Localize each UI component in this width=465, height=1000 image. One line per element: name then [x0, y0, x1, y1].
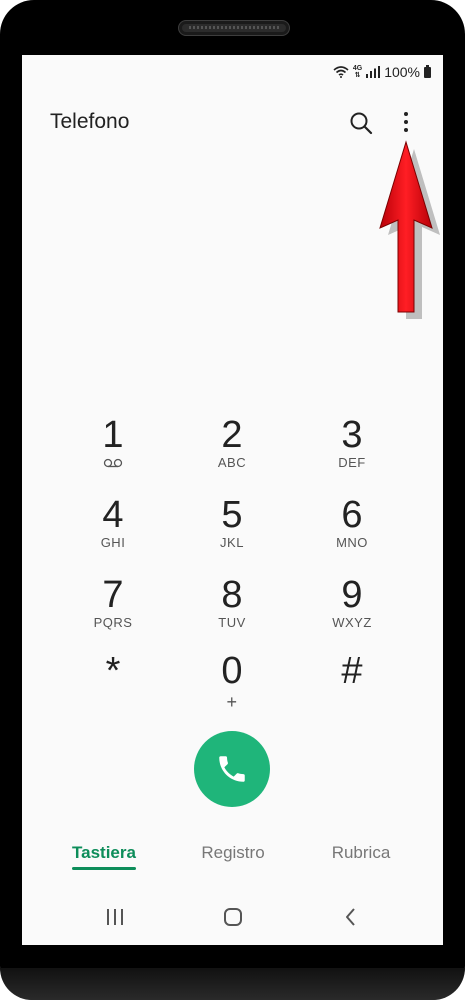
key-letters: PQRS [93, 615, 133, 630]
network-type-label: 4G ⇅ [352, 65, 363, 79]
tab-rubrica[interactable]: Rubrica [322, 843, 400, 863]
key-letters: WXYZ [332, 615, 372, 630]
key-2[interactable]: 2 ABC [172, 415, 292, 485]
phone-icon [219, 756, 245, 782]
recents-icon[interactable] [103, 905, 127, 929]
key-1[interactable]: 1 [53, 415, 173, 485]
back-icon[interactable] [339, 905, 363, 929]
key-hash[interactable]: # [292, 651, 412, 721]
key-letters: GHI [100, 535, 126, 550]
key-9[interactable]: 9 WXYZ [292, 575, 412, 645]
key-digit: 1 [102, 414, 124, 456]
key-6[interactable]: 6 MNO [292, 495, 412, 565]
tab-tastiera[interactable]: Tastiera [72, 843, 136, 863]
key-digit: 8 [221, 574, 243, 616]
phone-screen: 4G ⇅ 100% Telefono 1 2 ABC 3 DEF 4 GHI 5… [22, 55, 443, 945]
status-bar: 4G ⇅ 100% [333, 63, 431, 81]
tab-registro[interactable]: Registro [192, 843, 274, 863]
key-5[interactable]: 5 JKL [172, 495, 292, 565]
phone-bottom-bezel [0, 968, 465, 1000]
battery-icon [424, 64, 431, 78]
signal-icon [366, 66, 381, 78]
key-8[interactable]: 8 TUV [172, 575, 292, 645]
active-tab-indicator [72, 867, 136, 870]
phone-frame: 4G ⇅ 100% Telefono 1 2 ABC 3 DEF 4 GHI 5… [0, 0, 465, 1000]
phone-speaker [178, 20, 290, 36]
key-letters: DEF [338, 455, 366, 470]
search-icon[interactable] [348, 110, 374, 136]
key-digit: 7 [102, 574, 124, 616]
key-letters: JKL [220, 535, 244, 550]
key-star[interactable]: * [53, 651, 173, 721]
key-digit: * [105, 650, 121, 692]
key-digit: 4 [102, 494, 124, 536]
key-0[interactable]: 0 + [172, 651, 292, 721]
key-letters: + [226, 692, 238, 712]
key-digit: 9 [341, 574, 363, 616]
key-3[interactable]: 3 DEF [292, 415, 412, 485]
app-title: Telefono [50, 110, 130, 133]
key-letters: ABC [217, 455, 247, 470]
voicemail-icon [103, 458, 123, 468]
key-7[interactable]: 7 PQRS [53, 575, 173, 645]
annotation-arrow-icon [379, 140, 440, 319]
key-4[interactable]: 4 GHI [53, 495, 173, 565]
more-options-icon[interactable] [393, 110, 419, 136]
key-letters: TUV [218, 615, 246, 630]
key-digit: 3 [341, 414, 363, 456]
call-button[interactable] [194, 731, 270, 807]
key-digit: 5 [221, 494, 243, 536]
home-icon[interactable] [221, 905, 245, 929]
key-digit: 6 [341, 494, 363, 536]
key-letters: MNO [336, 535, 368, 550]
wifi-icon [333, 66, 349, 78]
battery-percentage: 100% [384, 64, 420, 80]
key-digit: # [341, 650, 363, 692]
key-digit: 0 [221, 650, 243, 692]
key-digit: 2 [221, 414, 243, 456]
